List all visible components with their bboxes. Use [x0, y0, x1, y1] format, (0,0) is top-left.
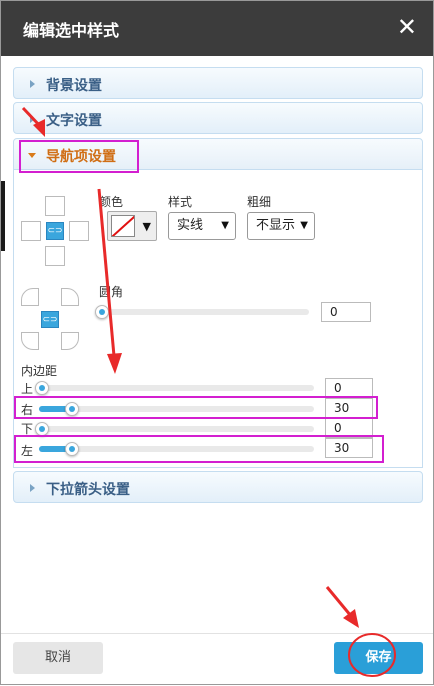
- annotation-arrow-1: [21, 106, 45, 137]
- style-dialog: 编辑选中样式 ✕ 背景设置 文字设置 导航项设置 ⊂⊃ 颜色 ▼ 样式 实线 ▼…: [0, 0, 434, 685]
- annotation-circle: [348, 633, 396, 677]
- annotation-arrow-3: [325, 586, 359, 628]
- annotation-arrow-2: [97, 188, 122, 374]
- annotation-overlay: [21, 106, 396, 677]
